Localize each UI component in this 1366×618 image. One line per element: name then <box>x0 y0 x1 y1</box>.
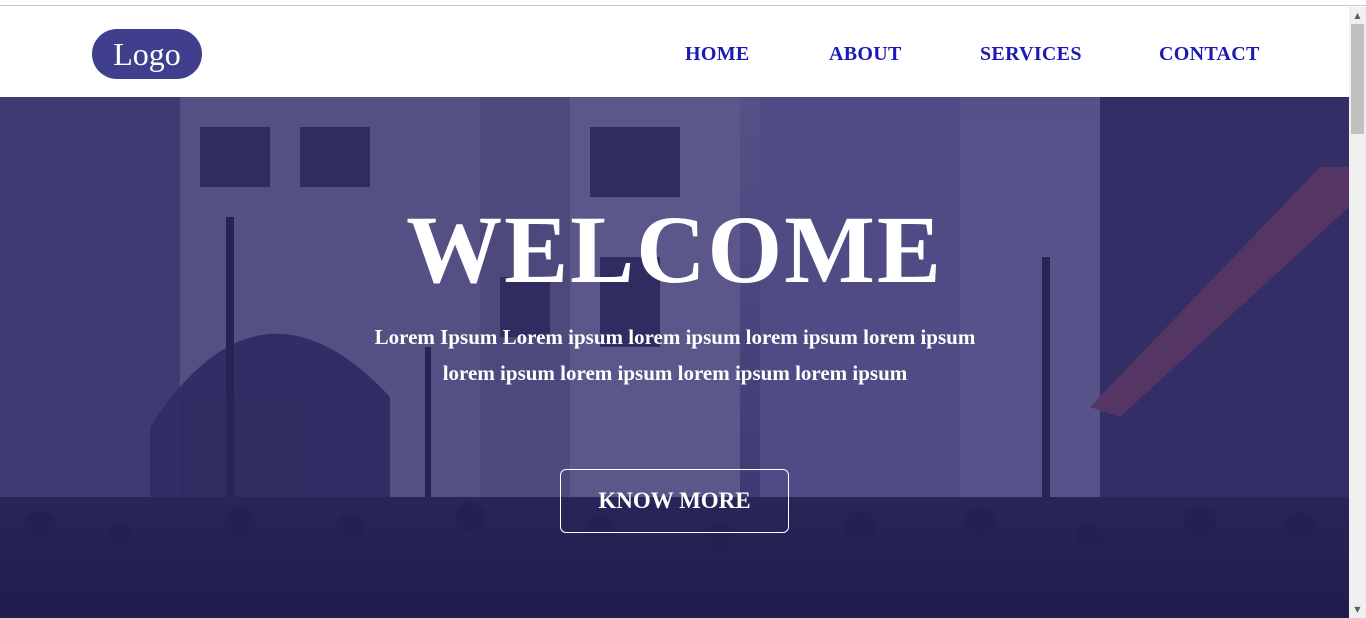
scroll-up-arrow-icon[interactable]: ▲ <box>1349 7 1366 24</box>
nav-link-about[interactable]: ABOUT <box>829 43 902 66</box>
hero-description-line-1: Lorem Ipsum Lorem ipsum lorem ipsum lore… <box>374 325 976 349</box>
nav-link-home[interactable]: HOME <box>685 43 750 66</box>
know-more-button[interactable]: KNOW MORE <box>560 469 789 533</box>
vertical-scrollbar[interactable]: ▲ ▼ <box>1349 7 1366 618</box>
hero-title: WELCOME <box>406 196 943 303</box>
site-header: Logo HOME ABOUT SERVICES CONTACT <box>0 7 1349 97</box>
page-viewport: Logo HOME ABOUT SERVICES CONTACT WELCOME… <box>0 7 1349 618</box>
hero-description-line-2: lorem ipsum lorem ipsum lorem ipsum lore… <box>442 361 908 385</box>
nav-link-services[interactable]: SERVICES <box>980 43 1082 66</box>
scroll-down-arrow-icon[interactable]: ▼ <box>1349 601 1366 618</box>
logo[interactable]: Logo <box>92 29 202 79</box>
nav-link-contact[interactable]: CONTACT <box>1159 43 1260 66</box>
hero-section: WELCOME Lorem Ipsum Lorem ipsum lorem ip… <box>0 97 1349 618</box>
scrollbar-thumb[interactable] <box>1351 24 1364 134</box>
window-top-border <box>0 0 1366 6</box>
hero-description: Lorem Ipsum Lorem ipsum lorem ipsum lore… <box>340 319 1010 391</box>
